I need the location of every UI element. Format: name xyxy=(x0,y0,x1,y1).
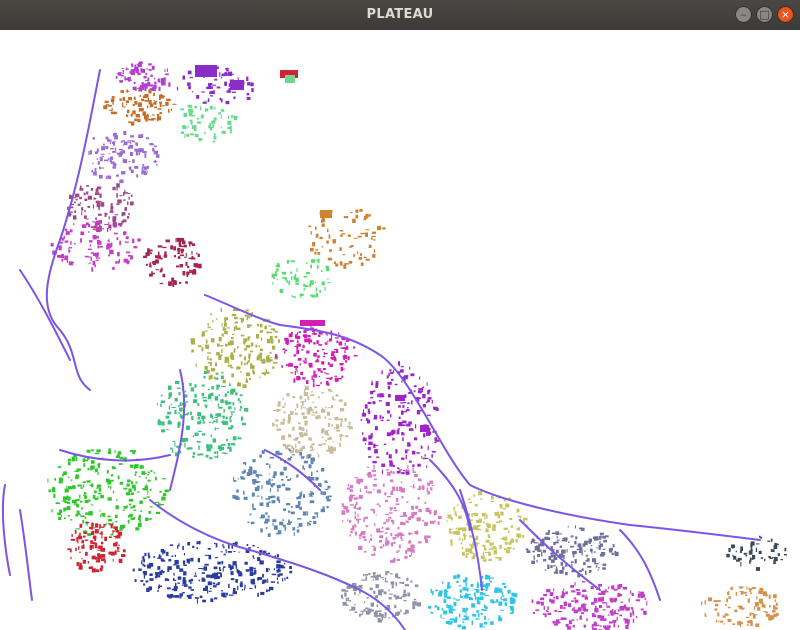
window-title: PLATEAU xyxy=(366,7,434,22)
district-southeast-magenta xyxy=(531,581,648,630)
district-island-green xyxy=(271,258,331,299)
district-south-grey xyxy=(340,571,422,623)
close-button[interactable]: × xyxy=(777,6,794,23)
district-south-red xyxy=(67,522,126,573)
district-southeast-orange xyxy=(701,586,779,627)
district-south-navy xyxy=(132,540,293,604)
district-ridge-crimson xyxy=(143,237,202,288)
title-bar[interactable]: PLATEAU – □ × xyxy=(0,0,800,31)
window-controls: – □ × xyxy=(735,6,794,24)
minimize-button[interactable]: – xyxy=(735,6,752,23)
district-southeast-slate xyxy=(525,525,619,578)
maximize-icon: □ xyxy=(759,8,770,21)
app-window: PLATEAU – □ × xyxy=(0,0,800,630)
district-central-beige xyxy=(272,386,353,459)
district-north-orange xyxy=(103,88,177,126)
district-central-teal xyxy=(156,370,249,460)
district-island-orange xyxy=(308,209,386,269)
district-south-pink xyxy=(341,464,442,563)
district-west-plum xyxy=(67,183,134,233)
close-icon: × xyxy=(780,8,791,21)
district-west-green xyxy=(47,448,169,537)
district-west-purple xyxy=(88,131,160,184)
district-south-cyan xyxy=(427,574,518,630)
city-map-canvas[interactable] xyxy=(0,30,800,630)
district-east-tip-dark xyxy=(726,535,787,571)
map-viewport[interactable] xyxy=(0,30,800,630)
district-north-mint xyxy=(180,100,238,143)
district-northwest-cape xyxy=(115,61,171,92)
minimize-icon: – xyxy=(740,8,747,21)
district-south-steelblue xyxy=(232,447,332,537)
district-central-magenta xyxy=(275,325,358,388)
maximize-button[interactable]: □ xyxy=(756,6,773,23)
